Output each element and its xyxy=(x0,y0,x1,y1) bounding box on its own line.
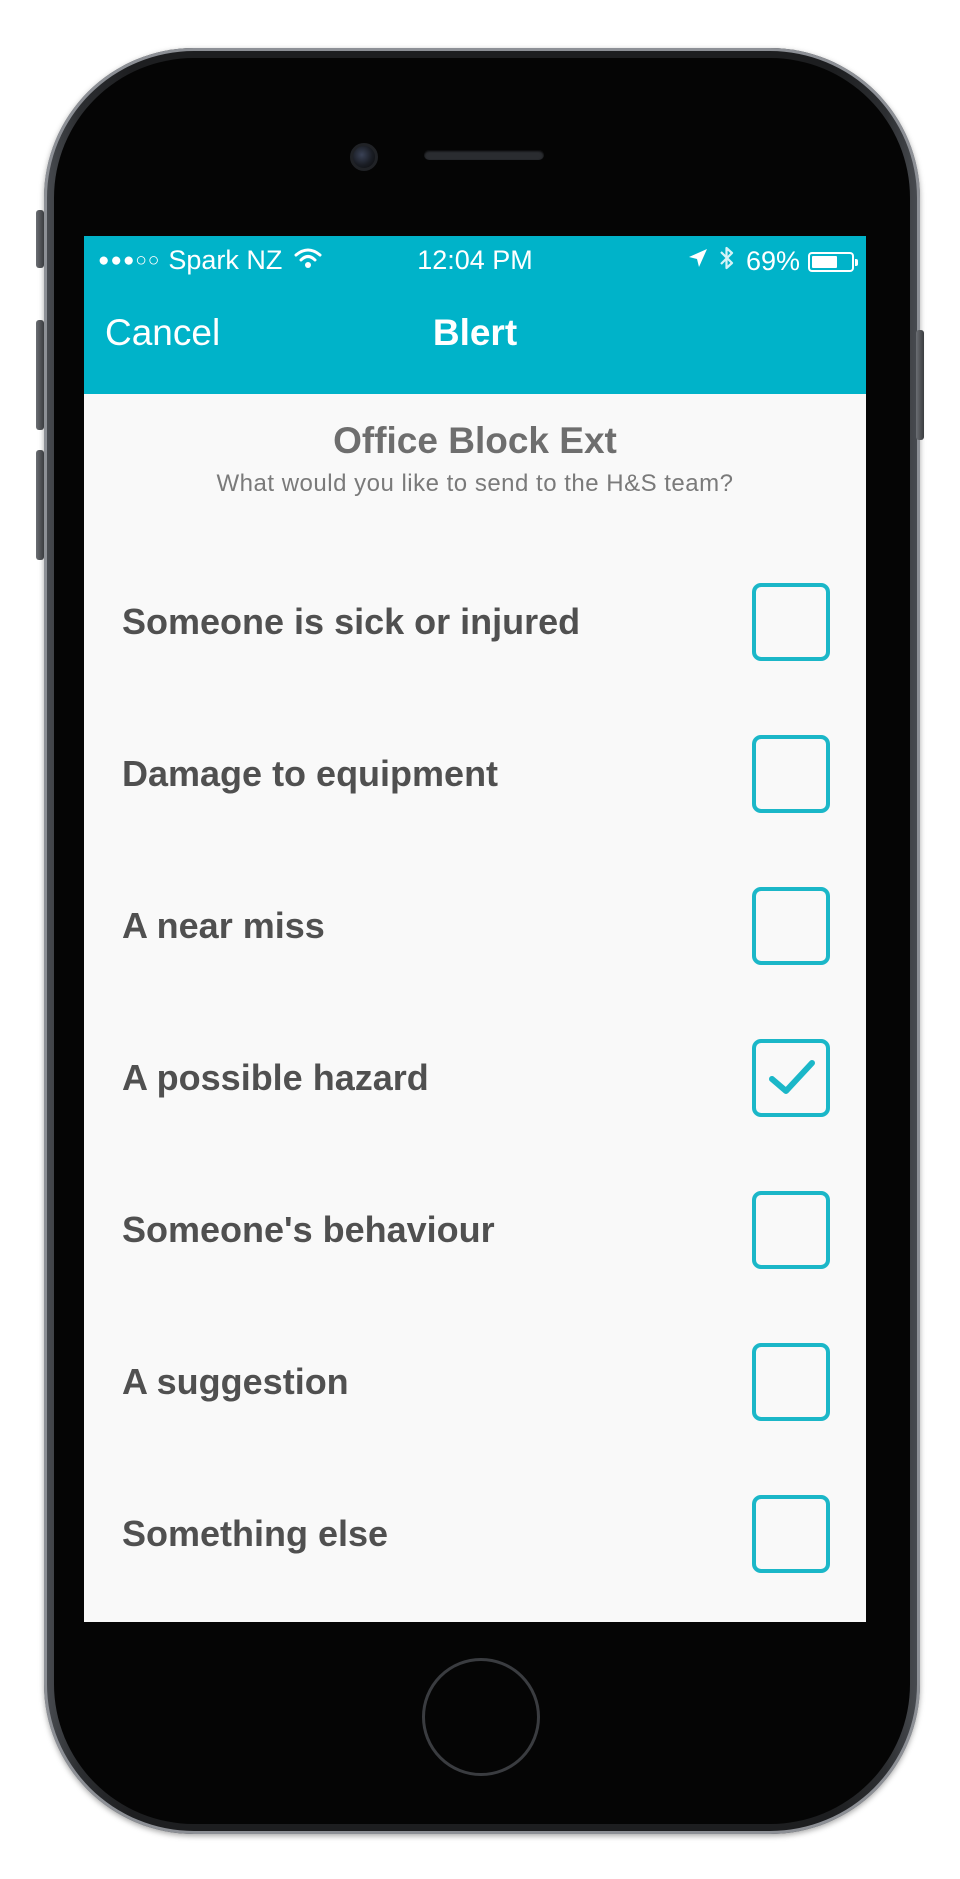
option-checkbox[interactable] xyxy=(752,1495,830,1573)
app-screen: ●●●○○ Spark NZ 12:04 PM 69% Cancel Blert… xyxy=(84,236,866,1622)
bluetooth-icon xyxy=(718,245,736,278)
location-subtitle: What would you like to send to the H&S t… xyxy=(216,470,734,497)
option-checkbox[interactable] xyxy=(752,1039,830,1117)
location-arrow-icon xyxy=(686,246,710,277)
navigation-bar: Cancel Blert xyxy=(84,282,866,394)
report-type-list: Someone is sick or injured Damage to equ… xyxy=(84,546,866,1610)
mute-switch xyxy=(36,210,44,268)
volume-down-button xyxy=(36,450,44,560)
option-label: A possible hazard xyxy=(122,1057,429,1098)
battery-icon xyxy=(808,251,858,272)
option-checkbox[interactable] xyxy=(752,735,830,813)
option-row[interactable]: Someone's behaviour xyxy=(84,1154,866,1306)
option-label: Someone's behaviour xyxy=(122,1209,495,1250)
front-camera xyxy=(350,143,378,171)
option-row[interactable]: A near miss xyxy=(84,850,866,1002)
location-title: Office Block Ext xyxy=(333,420,617,461)
battery-level-fill xyxy=(812,255,837,268)
home-button[interactable] xyxy=(422,1658,540,1776)
option-checkbox[interactable] xyxy=(752,1191,830,1269)
option-row[interactable]: A suggestion xyxy=(84,1306,866,1458)
location-header: Office Block Ext What would you like to … xyxy=(84,420,866,498)
option-row[interactable]: A possible hazard xyxy=(84,1002,866,1154)
earpiece-speaker xyxy=(424,150,544,160)
option-label: Someone is sick or injured xyxy=(122,601,581,642)
option-label: Damage to equipment xyxy=(122,753,499,794)
option-row[interactable]: Someone is sick or injured xyxy=(84,546,866,698)
option-label: A suggestion xyxy=(122,1361,349,1402)
power-button xyxy=(916,330,924,440)
app-title: Blert xyxy=(432,312,518,353)
option-row[interactable]: Something else xyxy=(84,1458,866,1610)
option-row[interactable]: Damage to equipment xyxy=(84,698,866,850)
battery-tip xyxy=(855,258,858,266)
option-label: Something else xyxy=(122,1513,389,1554)
option-label: A near miss xyxy=(122,905,325,946)
option-checkbox[interactable] xyxy=(752,1343,830,1421)
status-bar: ●●●○○ Spark NZ 12:04 PM 69% xyxy=(84,236,866,282)
option-checkbox[interactable] xyxy=(752,887,830,965)
status-right: 69% xyxy=(686,245,858,278)
battery-percent: 69% xyxy=(745,246,800,276)
stage: ●●●○○ Spark NZ 12:04 PM 69% Cancel Blert… xyxy=(0,0,960,1879)
option-checkbox[interactable] xyxy=(752,583,830,661)
volume-up-button xyxy=(36,320,44,430)
checkmark-icon xyxy=(769,1060,815,1094)
